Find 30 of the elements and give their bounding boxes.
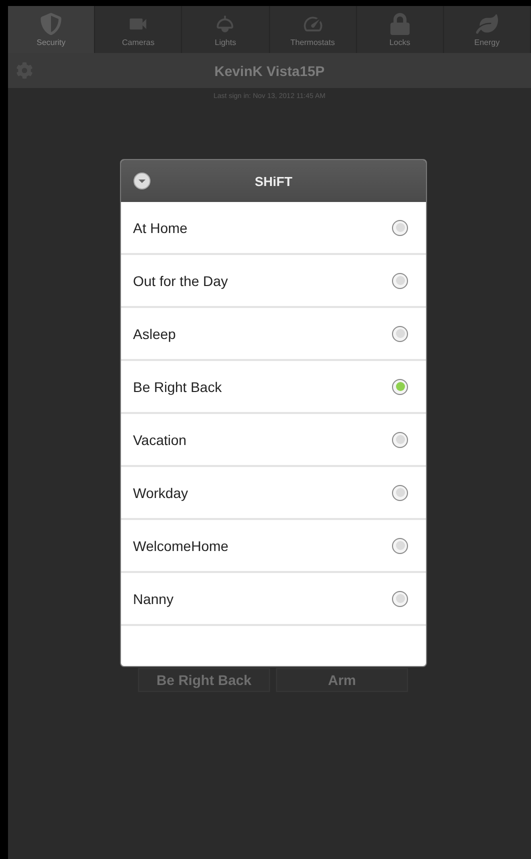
header-title: KevinK Vista15P xyxy=(214,62,325,78)
radio-button[interactable] xyxy=(392,432,408,448)
option-label: WelcomeHome xyxy=(133,538,228,554)
option-label: Nanny xyxy=(133,590,174,606)
option-label: Out for the Day xyxy=(133,272,228,288)
option-row[interactable]: Workday xyxy=(121,467,426,520)
shield-icon xyxy=(40,12,62,34)
radio-button[interactable] xyxy=(392,538,408,554)
radio-button[interactable] xyxy=(392,378,408,394)
option-label: Workday xyxy=(133,484,188,500)
leaf-icon xyxy=(476,12,498,34)
option-label: Asleep xyxy=(133,326,176,342)
option-label: Vacation xyxy=(133,432,186,448)
radio-button[interactable] xyxy=(392,272,408,288)
option-row[interactable]: Nanny xyxy=(121,573,426,626)
radio-button[interactable] xyxy=(392,590,408,606)
option-row[interactable]: Asleep xyxy=(121,308,426,361)
option-row[interactable]: Out for the Day xyxy=(121,255,426,308)
option-row[interactable]: At Home xyxy=(121,202,426,255)
option-label: At Home xyxy=(133,220,188,236)
option-row[interactable]: WelcomeHome xyxy=(121,520,426,573)
option-row[interactable]: Be Right Back xyxy=(121,361,426,414)
radio-button[interactable] xyxy=(392,484,408,500)
radio-button[interactable] xyxy=(392,326,408,342)
collapse-icon[interactable] xyxy=(133,172,151,190)
dialog-title: SHiFT xyxy=(254,174,292,188)
radio-button[interactable] xyxy=(392,220,408,236)
lock-icon xyxy=(388,12,411,34)
option-row[interactable]: Vacation xyxy=(121,414,426,467)
option-label: Be Right Back xyxy=(133,378,222,394)
